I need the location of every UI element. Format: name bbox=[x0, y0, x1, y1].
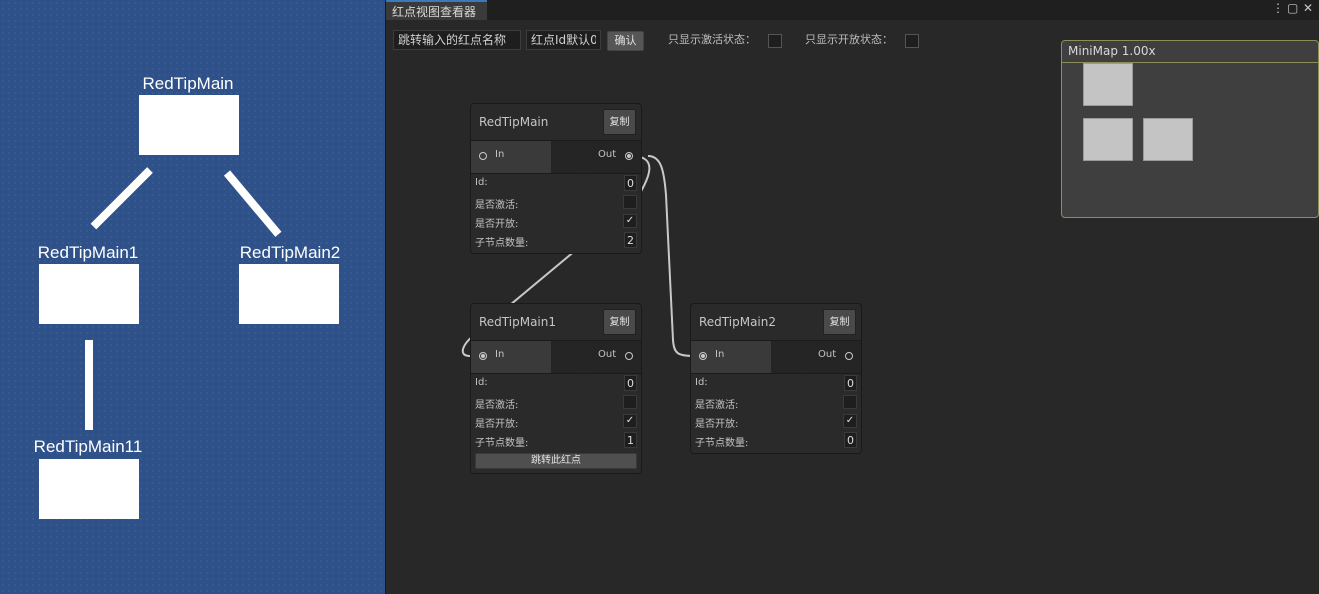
confirm-button[interactable]: 确认 bbox=[607, 31, 644, 51]
window-tab[interactable]: 红点视图查看器 bbox=[386, 0, 488, 20]
open-checkbox[interactable]: ✓ bbox=[623, 414, 637, 428]
scene-node-box[interactable] bbox=[39, 459, 139, 519]
input-port[interactable]: In bbox=[691, 341, 771, 373]
copy-button[interactable]: 复制 bbox=[823, 309, 856, 335]
port-dot-icon[interactable] bbox=[699, 352, 707, 360]
only-active-label: 只显示激活状态： bbox=[668, 33, 756, 46]
minimap-panel[interactable]: MiniMap 1.00x bbox=[1061, 40, 1319, 218]
close-icon[interactable]: ✕ bbox=[1303, 0, 1313, 16]
port-out-label: Out bbox=[598, 349, 617, 360]
scene-node-label: RedTipMain1 bbox=[37, 243, 139, 262]
port-out-label: Out bbox=[598, 149, 617, 160]
minimap-node[interactable] bbox=[1083, 118, 1133, 161]
port-dot-icon[interactable] bbox=[479, 352, 487, 360]
edge-connection bbox=[647, 155, 696, 357]
scene-connector-line bbox=[90, 167, 153, 230]
jump-to-red-tip-button[interactable]: 跳转此红点 bbox=[475, 453, 637, 469]
port-in-label: In bbox=[495, 349, 505, 360]
scene-connector-line bbox=[85, 340, 93, 430]
only-open-label: 只显示开放状态： bbox=[805, 33, 893, 46]
red-tip-name-input[interactable] bbox=[393, 30, 521, 50]
field-label: Id: bbox=[475, 377, 488, 388]
only-active-checkbox[interactable] bbox=[768, 34, 782, 48]
children-count-field[interactable]: 0 bbox=[844, 432, 857, 448]
scene-node-box[interactable] bbox=[139, 95, 239, 155]
id-field[interactable]: 0 bbox=[844, 375, 857, 391]
port-in-label: In bbox=[715, 349, 725, 360]
node-title: RedTipMain bbox=[479, 115, 549, 129]
port-dot-icon[interactable] bbox=[845, 352, 853, 360]
graph-node[interactable]: RedTipMain 复制 In Out Id: 0 是否激活: 是否开放: ✓ 子… bbox=[470, 103, 642, 254]
only-open-checkbox[interactable] bbox=[905, 34, 919, 48]
field-label: 是否激活: bbox=[695, 400, 739, 411]
field-label: 是否激活: bbox=[475, 400, 519, 411]
window-tab-bar: 红点视图查看器 ⋮ ▢ ✕ bbox=[386, 0, 1319, 20]
node-title: RedTipMain1 bbox=[479, 315, 556, 329]
children-count-field[interactable]: 2 bbox=[624, 232, 637, 248]
scene-node-label: RedTipMain2 bbox=[239, 243, 341, 262]
port-out-label: Out bbox=[818, 349, 837, 360]
graph-node[interactable]: RedTipMain2 复制 In Out Id: 0 是否激活: 是否开放: ✓ … bbox=[690, 303, 862, 454]
port-in-label: In bbox=[495, 149, 505, 160]
minimap-node[interactable] bbox=[1083, 63, 1133, 106]
minimap-title: MiniMap 1.00x bbox=[1068, 44, 1156, 58]
active-checkbox[interactable] bbox=[843, 395, 857, 409]
maximize-icon[interactable]: ▢ bbox=[1287, 0, 1298, 16]
minimap-node[interactable] bbox=[1143, 118, 1193, 161]
copy-button[interactable]: 复制 bbox=[603, 309, 636, 335]
input-port[interactable]: In bbox=[471, 341, 551, 373]
graph-node[interactable]: RedTipMain1 复制 In Out Id: 0 是否激活: 是否开放: ✓ … bbox=[470, 303, 642, 474]
id-field[interactable]: 0 bbox=[624, 175, 637, 191]
output-port[interactable]: Out bbox=[551, 341, 641, 373]
scene-node-box[interactable] bbox=[39, 264, 139, 324]
output-port[interactable]: Out bbox=[551, 141, 641, 173]
port-dot-icon[interactable] bbox=[479, 152, 487, 160]
open-checkbox[interactable]: ✓ bbox=[843, 414, 857, 428]
kebab-menu-icon[interactable]: ⋮ bbox=[1272, 0, 1284, 16]
active-checkbox[interactable] bbox=[623, 395, 637, 409]
red-tip-id-input[interactable] bbox=[526, 30, 601, 50]
field-label: 子节点数量: bbox=[475, 238, 529, 249]
scene-connector-line bbox=[223, 170, 282, 237]
node-title: RedTipMain2 bbox=[699, 315, 776, 329]
field-label: 是否激活: bbox=[475, 200, 519, 211]
open-checkbox[interactable]: ✓ bbox=[623, 214, 637, 228]
input-port[interactable]: In bbox=[471, 141, 551, 173]
field-label: Id: bbox=[475, 177, 488, 188]
scene-node-box[interactable] bbox=[239, 264, 339, 324]
scene-node-label: RedTipMain bbox=[142, 74, 234, 93]
field-label: 子节点数量: bbox=[475, 438, 529, 449]
scene-node-label: RedTipMain11 bbox=[33, 437, 143, 456]
field-label: 是否开放: bbox=[475, 219, 519, 230]
id-field[interactable]: 0 bbox=[624, 375, 637, 391]
output-port[interactable]: Out bbox=[771, 341, 861, 373]
graph-canvas[interactable]: RedTipMain 复制 In Out Id: 0 是否激活: 是否开放: ✓ 子… bbox=[386, 20, 1319, 594]
field-label: 是否开放: bbox=[475, 419, 519, 430]
red-tip-viewer-window: 红点视图查看器 ⋮ ▢ ✕ RedTipMain 复制 In Out Id: 0… bbox=[385, 0, 1319, 594]
port-dot-icon[interactable] bbox=[625, 152, 633, 160]
scene-view[interactable]: RedTipMain RedTipMain1 RedTipMain2 RedTi… bbox=[0, 0, 385, 594]
children-count-field[interactable]: 1 bbox=[624, 432, 637, 448]
field-label: 是否开放: bbox=[695, 419, 739, 430]
field-label: 子节点数量: bbox=[695, 438, 749, 449]
copy-button[interactable]: 复制 bbox=[603, 109, 636, 135]
active-checkbox[interactable] bbox=[623, 195, 637, 209]
port-dot-icon[interactable] bbox=[625, 352, 633, 360]
field-label: Id: bbox=[695, 377, 708, 388]
